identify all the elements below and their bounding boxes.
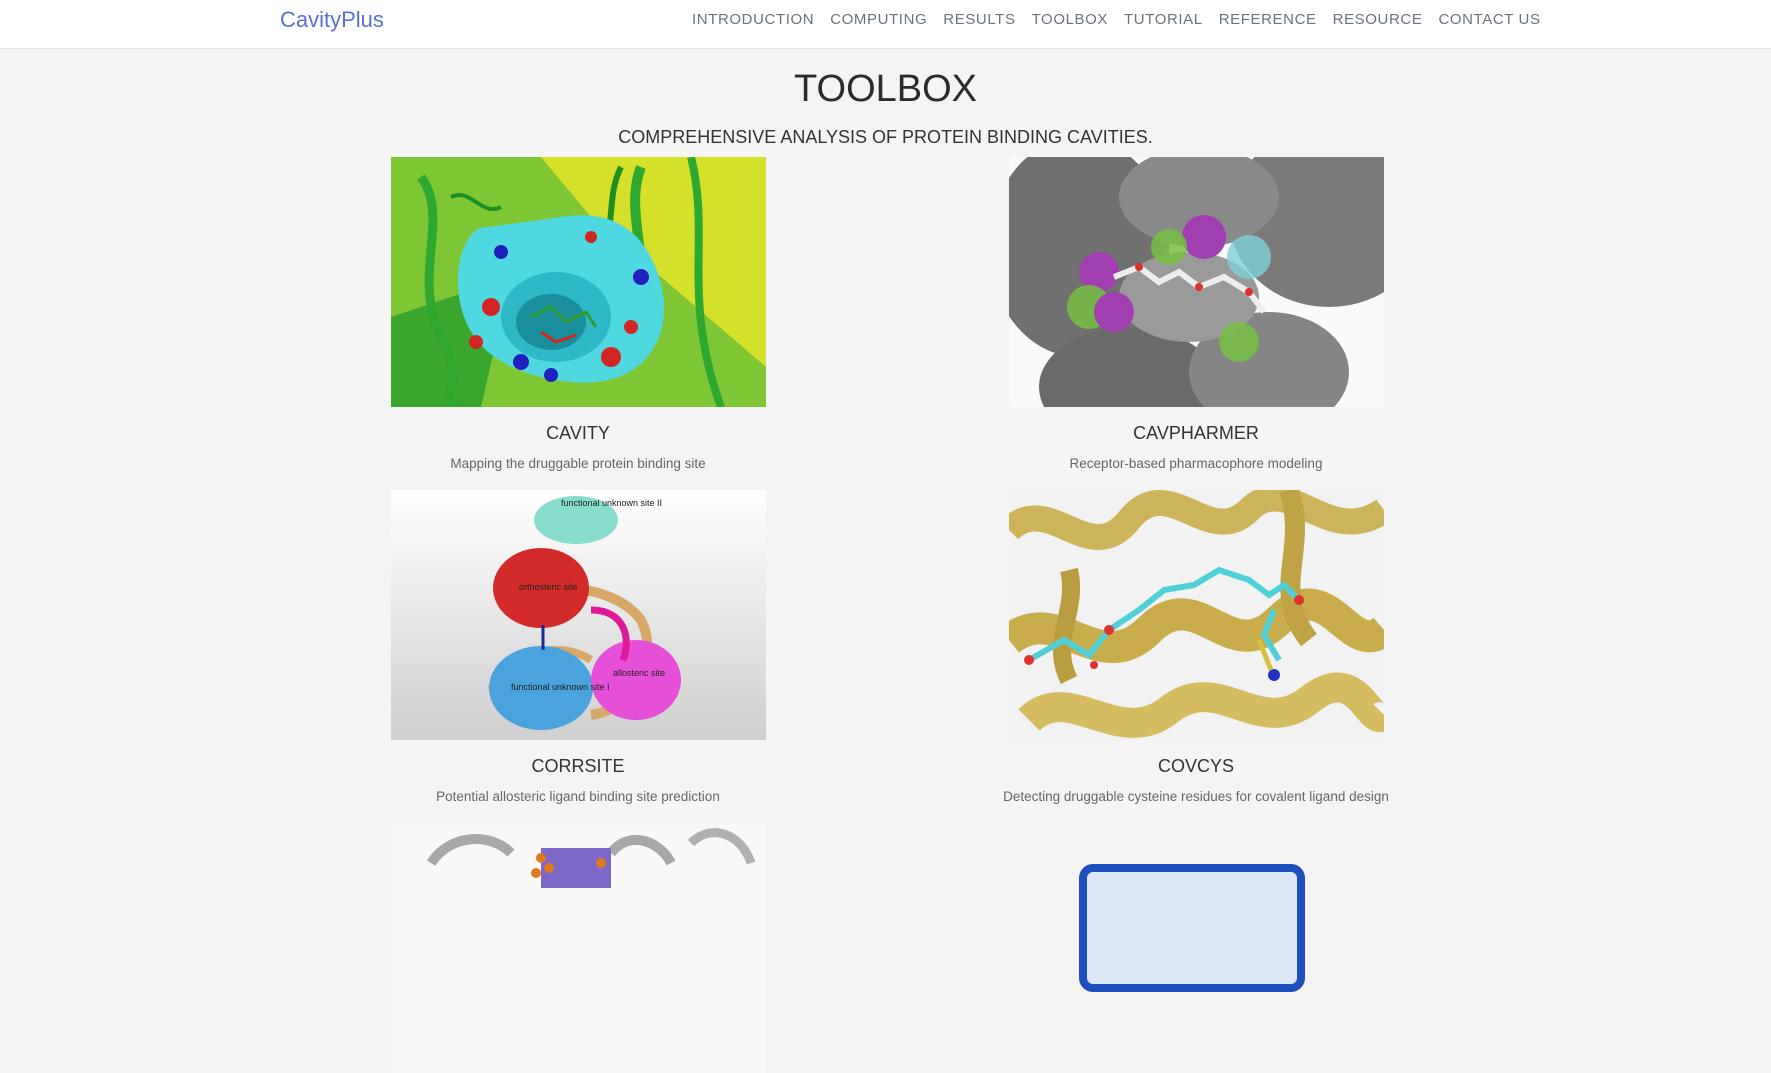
tool-card-cavpharmer: CAVPHARMER Receptor-based pharmacophore … bbox=[946, 157, 1446, 471]
corrsite-image-link[interactable]: functional unknown site II orthosteric s… bbox=[390, 490, 766, 740]
tool-name-cavpharmer: CAVPHARMER bbox=[1133, 423, 1259, 443]
label-functional-unknown-site-1: functional unknown site I bbox=[511, 682, 610, 692]
corrsite-illustration: functional unknown site II orthosteric s… bbox=[390, 490, 766, 740]
label-orthosteric-site: orthosteric site bbox=[519, 582, 578, 592]
tool-desc-cavity: Mapping the druggable protein binding si… bbox=[450, 456, 706, 471]
covcys-illustration bbox=[1008, 490, 1384, 740]
nav-results[interactable]: RESULTS bbox=[935, 11, 1023, 29]
nav-tutorial[interactable]: TUTORIAL bbox=[1116, 11, 1211, 29]
brand-logo-link[interactable]: CavityPlus bbox=[280, 7, 384, 33]
top-navbar: CavityPlus INTRODUCTION COMPUTING RESULT… bbox=[0, 0, 1771, 49]
tool-5-illustration bbox=[390, 823, 766, 1073]
cavity-image-link[interactable] bbox=[390, 157, 766, 407]
nav-reference[interactable]: REFERENCE bbox=[1211, 11, 1325, 29]
tool-6-image-link[interactable] bbox=[1008, 823, 1384, 1073]
tool-card-corrsite: functional unknown site II orthosteric s… bbox=[328, 490, 828, 804]
label-functional-unknown-site-2: functional unknown site II bbox=[561, 498, 662, 508]
tool-5-image-link[interactable] bbox=[390, 823, 766, 1073]
cavity-illustration bbox=[390, 157, 766, 407]
nav-resource[interactable]: RESOURCE bbox=[1325, 11, 1431, 29]
tool-name-covcys: COVCYS bbox=[1157, 756, 1235, 776]
nav-computing[interactable]: COMPUTING bbox=[822, 11, 935, 29]
tool-desc-cavpharmer: Receptor-based pharmacophore modeling bbox=[1069, 456, 1323, 471]
cavpharmer-illustration bbox=[1008, 157, 1384, 407]
tool-desc-corrsite: Potential allosteric ligand binding site… bbox=[436, 789, 720, 804]
tool-card-covcys: COVCYS Detecting druggable cysteine resi… bbox=[946, 490, 1446, 804]
tool-card-5 bbox=[328, 823, 828, 1073]
page-title: TOOLBOX bbox=[793, 68, 978, 110]
nav-introduction[interactable]: INTRODUCTION bbox=[684, 11, 822, 29]
nav-contact-us[interactable]: CONTACT US bbox=[1430, 11, 1548, 29]
tool-card-6 bbox=[946, 823, 1446, 1073]
tool-name-corrsite: CORRSITE bbox=[531, 756, 625, 776]
page-subtitle: COMPREHENSIVE ANALYSIS OF PROTEIN BINDIN… bbox=[618, 127, 1153, 147]
tool-card-cavity: CAVITY Mapping the druggable protein bin… bbox=[328, 157, 828, 471]
cavpharmer-image-link[interactable] bbox=[1008, 157, 1384, 407]
label-allosteric-site: allosteric site bbox=[613, 668, 665, 678]
tool-6-illustration bbox=[1008, 823, 1384, 1073]
tool-desc-covcys: Detecting druggable cysteine residues fo… bbox=[1003, 789, 1389, 804]
covcys-image-link[interactable] bbox=[1008, 490, 1384, 740]
main-nav: INTRODUCTION COMPUTING RESULTS TOOLBOX T… bbox=[684, 11, 1549, 29]
tool-name-cavity: CAVITY bbox=[546, 423, 610, 443]
nav-toolbox[interactable]: TOOLBOX bbox=[1024, 11, 1116, 29]
